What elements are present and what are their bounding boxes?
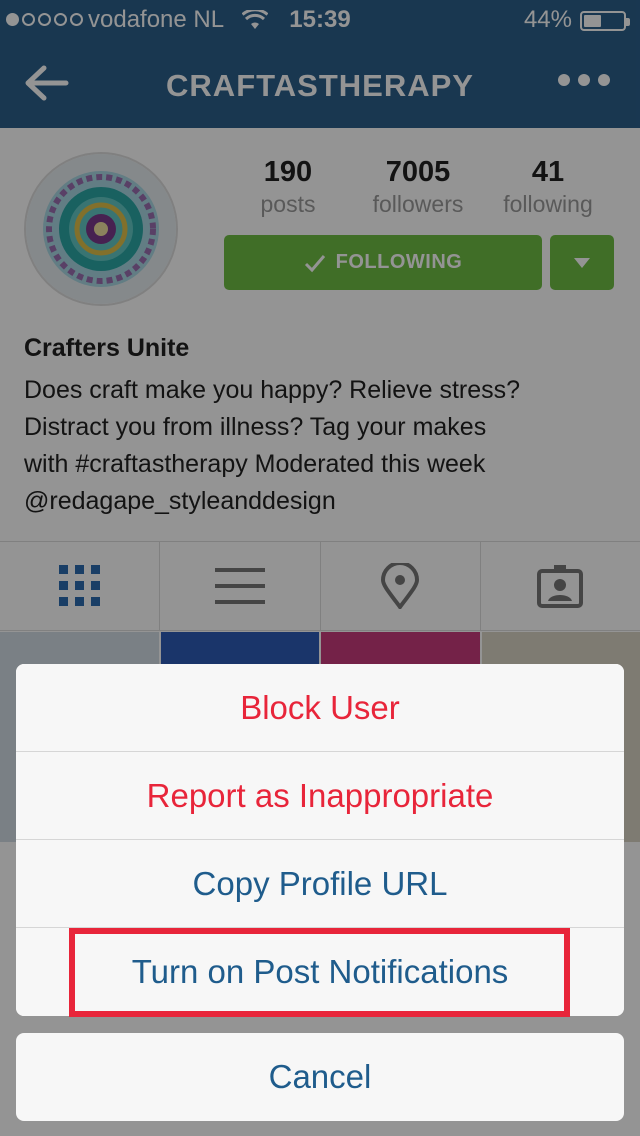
highlight-box xyxy=(69,928,570,1017)
copy-profile-url-button[interactable]: Copy Profile URL xyxy=(16,840,624,928)
modal-overlay-top xyxy=(0,0,640,128)
cancel-button[interactable]: Cancel xyxy=(16,1033,624,1121)
block-user-button[interactable]: Block User xyxy=(16,664,624,752)
report-inappropriate-button[interactable]: Report as Inappropriate xyxy=(16,752,624,840)
